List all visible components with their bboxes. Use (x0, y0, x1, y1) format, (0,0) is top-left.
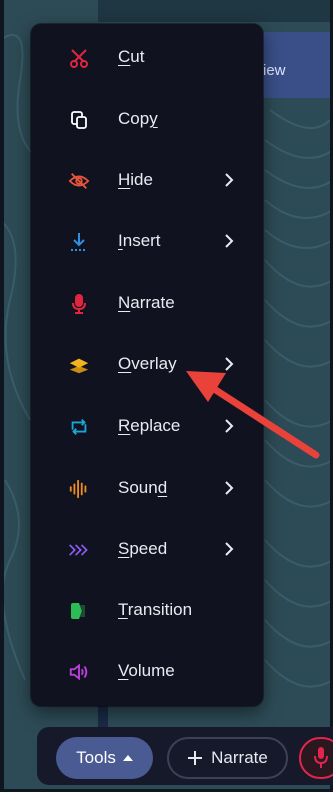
menu-label-transition: Transition (118, 600, 193, 619)
screenshot-border-left (0, 0, 4, 792)
menu-item-copy[interactable]: Copy (31, 94, 263, 144)
caret-up-icon (122, 755, 133, 761)
menu-label-speed: Speed (118, 539, 168, 558)
tools-button-label: Tools (76, 748, 116, 767)
menu-item-insert[interactable]: Insert (31, 216, 263, 266)
audio-wave-icon (68, 478, 90, 500)
narrate-button[interactable]: Narrate (167, 737, 288, 779)
menu-item-replace[interactable]: Replace (31, 401, 263, 451)
copy-icon (68, 109, 90, 131)
menu-label-sound: Sound (118, 478, 168, 497)
chevron-right-icon (225, 234, 234, 248)
menu-item-speed[interactable]: Speed (31, 524, 263, 574)
menu-item-overlay[interactable]: Overlay (31, 339, 263, 389)
chevron-right-icon (225, 542, 234, 556)
menu-item-volume[interactable]: Volume (31, 646, 263, 696)
menu-label-narrate: Narrate (118, 293, 175, 312)
menu-item-cut[interactable]: Cut (31, 32, 263, 82)
layers-icon (68, 354, 90, 376)
tools-button[interactable]: Tools (56, 737, 153, 779)
chevron-right-icon (225, 419, 234, 433)
menu-label-hide: Hide (118, 170, 153, 189)
menu-label-volume: Volume (118, 661, 175, 680)
speed-icon (68, 539, 90, 561)
microphone-icon (68, 293, 90, 315)
menu-item-narrate[interactable]: Narrate (31, 278, 263, 328)
microphone-icon (314, 747, 328, 768)
menu-label-overlay: Overlay (118, 354, 177, 373)
eye-off-icon (68, 170, 90, 192)
record-microphone-button[interactable] (299, 737, 333, 779)
app-header-strip (98, 0, 333, 22)
menu-label-copy: Copy (118, 109, 158, 128)
chevron-right-icon (225, 481, 234, 495)
menu-label-insert: Insert (118, 231, 161, 250)
chevron-right-icon (225, 173, 234, 187)
volume-icon (68, 661, 90, 683)
menu-item-hide[interactable]: Hide (31, 155, 263, 205)
menu-item-sound[interactable]: Sound (31, 463, 263, 513)
narrate-button-label: Narrate (211, 748, 268, 767)
menu-item-transition[interactable]: Transition (31, 585, 263, 635)
tools-context-menu: Cut Copy Hide Insert Narrate Overlay Rep… (31, 24, 263, 706)
preview-tab-label: iew (263, 62, 286, 79)
chevron-right-icon (225, 357, 234, 371)
insert-icon (68, 231, 90, 253)
menu-label-cut: Cut (118, 47, 145, 66)
transition-icon (68, 600, 90, 622)
replace-icon (68, 416, 90, 438)
scissors-icon (68, 47, 90, 69)
menu-label-replace: Replace (118, 416, 181, 435)
plus-icon (188, 751, 203, 765)
